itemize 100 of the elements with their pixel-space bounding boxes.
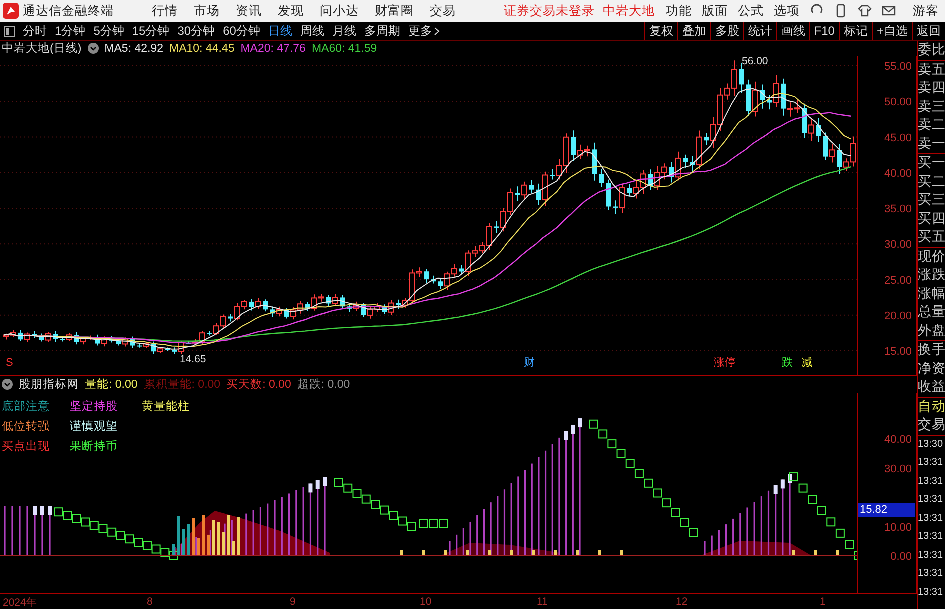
axis-label: 15.00 (884, 346, 912, 358)
legend-label: 底部注意 (2, 399, 51, 414)
toolbar-button[interactable]: 统计 (743, 22, 776, 40)
panel-toggle-icon[interactable] (4, 26, 15, 36)
menu-item[interactable]: 财富圈 (367, 2, 422, 20)
event-marker[interactable]: 涨停 (714, 357, 736, 370)
menu-item[interactable]: 资讯 (228, 2, 270, 20)
trade-time: 13:31 (918, 512, 944, 526)
period-tab[interactable]: 30分钟 (174, 22, 220, 40)
auto-label[interactable]: 自动 (918, 398, 945, 416)
date-label: 1 (820, 596, 826, 608)
event-marker[interactable]: S (6, 357, 14, 370)
period-tab[interactable]: 周线 (296, 22, 328, 40)
quote-label: 卖四 (918, 79, 945, 97)
axis-label: 40.00 (884, 434, 912, 446)
low-price-label: 14.65 (180, 353, 206, 366)
quote-label: 净资 (918, 360, 945, 378)
axis-label: 25.00 (884, 274, 912, 287)
axis-label: 0.00 (890, 550, 912, 563)
toolbar-item[interactable]: 选项 (769, 2, 805, 20)
ma-readout: MA5: 42.92 (104, 42, 164, 55)
legend-label: 黄量能柱 (142, 400, 191, 414)
phone-icon[interactable] (834, 4, 848, 18)
user-label[interactable]: 游客 (913, 2, 939, 20)
axis-label: 35.00 (884, 204, 912, 216)
more-button[interactable]: 更多 (404, 22, 444, 40)
event-marker[interactable]: 财 (524, 357, 535, 370)
menu-item[interactable]: 问小达 (312, 2, 367, 20)
app-title: 通达信金融终端 (23, 2, 114, 20)
high-price-label: 56.00 (742, 56, 768, 68)
legend-label: 谨慎观望 (70, 420, 119, 434)
period-tab[interactable]: 5分钟 (90, 22, 128, 40)
event-marker[interactable]: 跌 (782, 357, 793, 370)
axis-label: 50.00 (884, 96, 912, 109)
shirt-icon[interactable] (858, 4, 872, 18)
period-tab[interactable]: 多周期 (360, 22, 404, 40)
toolbar-button[interactable]: 画线 (776, 22, 810, 40)
date-label: 10 (420, 596, 432, 608)
axis-label: 30.00 (884, 239, 912, 252)
axis-label: 20.00 (884, 310, 912, 322)
toolbar-button[interactable]: 标记 (838, 22, 872, 40)
period-tab[interactable]: 分时 (19, 22, 51, 40)
chevron-circle-icon[interactable] (2, 379, 13, 390)
period-tab[interactable]: 日线 (264, 22, 296, 40)
menu-item[interactable]: 交易 (422, 2, 464, 20)
quote-label: 卖一 (918, 134, 945, 152)
value-badge: 15.82 (858, 502, 915, 517)
ma-readout: MA20: 47.76 (240, 42, 306, 55)
quote-label: 卖二 (918, 116, 945, 134)
menu-item[interactable]: 发现 (270, 2, 312, 20)
indicator-name: 股朋指标网 (19, 378, 79, 392)
trade-time: 13:31 (918, 530, 944, 544)
period-tab[interactable]: 1分钟 (51, 22, 90, 40)
login-status[interactable]: 证券交易未登录 (504, 2, 595, 20)
trade-time: 13:31 (918, 474, 944, 488)
chevron-right-icon (434, 26, 440, 36)
toolbar-button[interactable]: 叠加 (677, 22, 710, 40)
ma-readout: MA10: 44.45 (170, 42, 235, 55)
chevron-circle-icon[interactable] (88, 43, 99, 54)
period-tab[interactable]: 60分钟 (219, 22, 264, 40)
app-logo-icon (3, 3, 19, 19)
quote-label: 买一 (918, 154, 945, 172)
trade-time: 13:31 (918, 456, 944, 470)
toolbar-item[interactable]: 功能 (661, 2, 697, 20)
indicator-readout: 买天数: 0.00 (226, 378, 292, 392)
envelope-icon[interactable] (882, 4, 896, 18)
quote-label: 涨幅 (918, 284, 945, 302)
trade-label: 交易 (918, 416, 945, 434)
toolbar-item[interactable]: 公式 (733, 2, 769, 20)
axis-label: 45.00 (884, 132, 912, 144)
trade-time: 13:31 (918, 493, 944, 507)
period-tab[interactable]: 15分钟 (128, 22, 174, 40)
legend-label: 买点出现 (2, 440, 51, 454)
trade-time: 13:31 (918, 548, 944, 562)
toolbar-button[interactable]: 返回 (912, 22, 945, 40)
toolbar-button[interactable]: 复权 (644, 22, 678, 40)
legend-label: 坚定持股 (70, 400, 119, 414)
period-tab[interactable]: 月线 (328, 22, 360, 40)
menu-item[interactable]: 市场 (186, 2, 228, 20)
legend-label: 低位转强 (2, 420, 51, 434)
trade-time: 13:30 (918, 438, 944, 452)
toolbar-button[interactable]: F10 (809, 22, 839, 40)
date-label: 12 (676, 596, 688, 608)
axis-label: 55.00 (884, 61, 912, 74)
trade-time: 13:31 (918, 586, 944, 600)
quote-label: 买二 (918, 172, 945, 190)
toolbar-item[interactable]: 版面 (697, 2, 733, 20)
axis-label: 30.00 (884, 463, 912, 476)
ma-readout: MA60: 41.59 (312, 42, 378, 55)
menu-item[interactable]: 行情 (144, 2, 186, 20)
trade-time: 13:31 (918, 567, 944, 581)
quote-label: 委比 (918, 41, 945, 59)
toolbar-button[interactable]: +自选 (872, 22, 912, 40)
axis-label: 40.00 (884, 168, 912, 180)
quote-label: 买四 (918, 210, 945, 228)
toolbar-button[interactable]: 多股 (710, 22, 744, 40)
quote-label: 卖三 (918, 98, 945, 116)
indicator-readout: 超跌: 0.00 (297, 378, 350, 392)
event-marker[interactable]: 减 (802, 357, 813, 370)
quote-label: 买三 (918, 191, 945, 209)
